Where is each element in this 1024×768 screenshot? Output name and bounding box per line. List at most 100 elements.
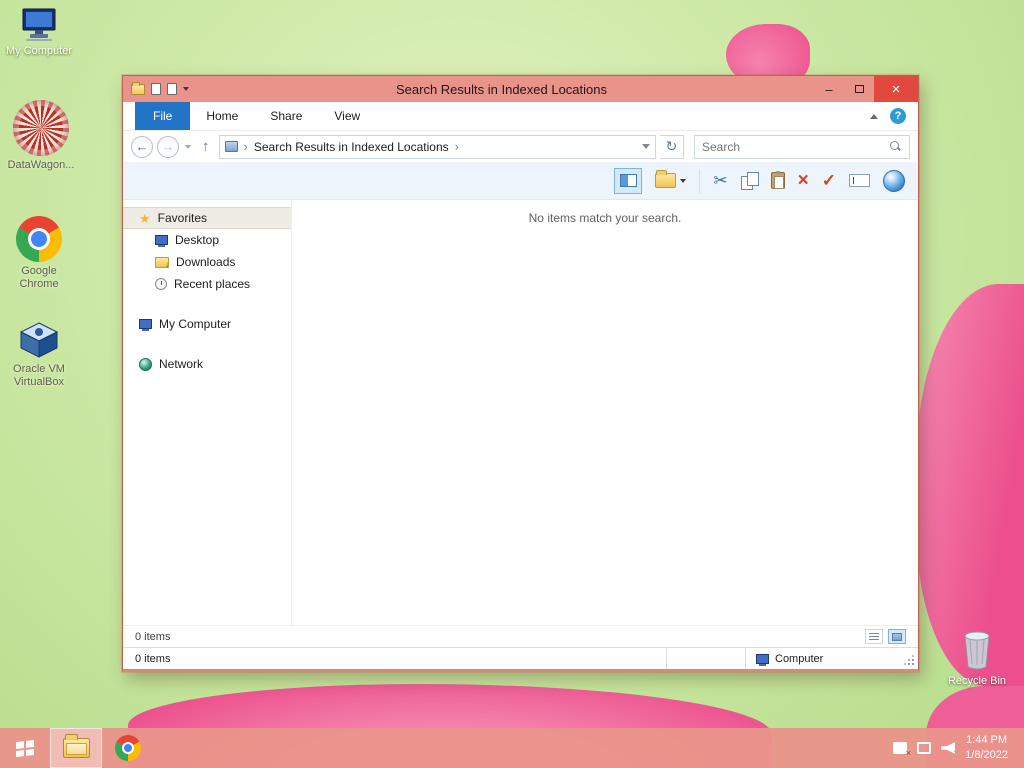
up-button[interactable]: ↑ [197, 138, 215, 155]
ribbon-tabs: File Home Share View ? [123, 102, 918, 131]
cut-button[interactable]: ✂ [713, 172, 727, 189]
sidebar-item-label: Downloads [176, 255, 236, 269]
minimize-button[interactable]: – [814, 76, 844, 102]
thumbnail-view-button[interactable] [888, 629, 906, 644]
muted-badge-icon: × [953, 748, 960, 758]
clock-date: 1/8/2022 [965, 749, 1008, 761]
back-button[interactable]: ← [131, 135, 153, 158]
titlebar[interactable]: Search Results in Indexed Locations – × [123, 76, 918, 102]
clock-time: 1:44 PM [966, 734, 1008, 747]
delete-button[interactable]: × [798, 171, 809, 190]
tab-home[interactable]: Home [190, 102, 254, 130]
quick-access-toolbar [123, 81, 189, 95]
details-view-icon [869, 632, 879, 641]
taskbar-clock[interactable]: 1:44 PM 1/8/2022 [965, 733, 1012, 763]
explorer-window: Search Results in Indexed Locations – × … [122, 75, 919, 672]
preview-pane-button[interactable] [614, 167, 643, 194]
chrome-icon [115, 735, 141, 761]
chevron-down-icon [680, 178, 687, 183]
desktop-icon-google-chrome[interactable]: Google Chrome [2, 216, 76, 290]
recent-locations-icon[interactable] [185, 144, 191, 149]
resize-grip[interactable] [901, 652, 915, 666]
search-icon[interactable] [889, 140, 902, 153]
search-input[interactable] [702, 139, 889, 154]
sidebar-item-recent-places[interactable]: Recent places [123, 273, 291, 295]
sidebar-item-label: Network [159, 357, 204, 371]
error-badge-icon: × [905, 748, 912, 758]
recent-places-icon [155, 278, 167, 290]
rename-button[interactable] [849, 174, 870, 187]
file-explorer-icon [62, 734, 90, 758]
desktop-icon-label: Oracle VM VirtualBox [13, 363, 65, 388]
new-folder-button[interactable] [655, 170, 687, 188]
command-toolbar: ✂ × ✓ [123, 162, 918, 200]
desktop-icon [155, 235, 168, 247]
desktop-icon-recycle-bin[interactable]: Recycle Bin [940, 626, 1014, 688]
my-computer-icon [2, 8, 76, 42]
sidebar-item-label: Recent places [174, 277, 251, 291]
desktop-icon-label: My Computer [5, 45, 73, 57]
network-globe-icon [139, 357, 152, 371]
sidebar-item-downloads[interactable]: Downloads [123, 251, 291, 273]
address-bar[interactable]: › Search Results in Indexed Locations › [218, 134, 656, 159]
window-title: Search Results in Indexed Locations [395, 81, 607, 97]
sidebar-item-label: Favorites [157, 211, 208, 225]
refresh-button[interactable]: ↻ [660, 134, 684, 159]
downloads-folder-icon [155, 256, 169, 269]
maximize-button[interactable] [844, 76, 874, 102]
taskbar-chrome-button[interactable] [102, 728, 154, 768]
tab-file[interactable]: File [135, 102, 191, 130]
desktop-icon-virtualbox[interactable]: Oracle VM VirtualBox [2, 320, 76, 388]
file-list-area[interactable]: No items match your search. [291, 200, 918, 625]
desktop-icon-my-computer[interactable]: My Computer [2, 8, 76, 58]
address-dropdown-icon[interactable] [642, 144, 650, 149]
breadcrumb[interactable]: Search Results in Indexed Locations [254, 140, 449, 154]
desktop-icon-label: Recycle Bin [947, 675, 1007, 687]
explorer-app-icon [131, 81, 145, 95]
input-indicator-icon[interactable]: × [893, 742, 911, 758]
tab-share[interactable]: Share [254, 102, 318, 130]
taskbar-file-explorer-button[interactable] [50, 728, 102, 768]
shell-globe-icon[interactable] [883, 169, 905, 192]
sidebar-item-desktop[interactable]: Desktop [123, 229, 291, 251]
search-box[interactable] [694, 134, 910, 159]
volume-icon[interactable]: × [941, 742, 956, 754]
desktop-icon-label: Google Chrome [19, 265, 59, 290]
breadcrumb-separator-icon[interactable]: › [453, 139, 461, 154]
sidebar-item-favorites[interactable]: ★ Favorites [123, 207, 291, 229]
location-indicator: Computer [746, 653, 901, 666]
start-button[interactable] [0, 728, 50, 768]
empty-search-message: No items match your search. [528, 211, 682, 225]
tab-view[interactable]: View [318, 102, 376, 130]
toolbar-divider [699, 168, 701, 193]
details-view-button[interactable] [865, 629, 883, 644]
sidebar-item-label: My Computer [159, 317, 232, 331]
computer-icon [756, 653, 769, 666]
qat-properties-icon[interactable] [151, 83, 161, 95]
help-icon[interactable]: ? [890, 108, 906, 124]
paste-button[interactable] [770, 171, 785, 189]
desktop-icon-datawagon[interactable]: DataWagon... [4, 100, 78, 172]
expand-ribbon-icon[interactable] [870, 113, 878, 119]
bottom-status-bar: 0 items Computer [123, 647, 918, 669]
qat-new-folder-icon[interactable] [167, 83, 177, 95]
view-toggles [865, 629, 906, 644]
forward-button[interactable]: → [157, 135, 179, 158]
sidebar-item-my-computer[interactable]: My Computer [123, 313, 291, 335]
datawagon-icon [4, 100, 78, 156]
navigation-bar: ← → ↑ › Search Results in Indexed Locati… [123, 131, 918, 162]
preview-pane-icon [619, 174, 637, 187]
thumbnail-view-icon [892, 632, 902, 641]
confirm-button[interactable]: ✓ [822, 172, 836, 189]
close-button[interactable]: × [874, 76, 918, 102]
item-count: 0 items [135, 652, 171, 665]
copy-button[interactable] [740, 172, 759, 190]
windows-logo-icon [16, 739, 34, 757]
system-tray: × × 1:44 PM 1/8/2022 [881, 728, 1024, 768]
network-icon[interactable] [917, 742, 932, 754]
navigation-pane: ★ Favorites Desktop Downloads Recent pla… [123, 200, 291, 625]
sidebar-item-network[interactable]: Network [123, 353, 291, 375]
taskbar: × × 1:44 PM 1/8/2022 [0, 728, 1024, 768]
breadcrumb-separator-icon[interactable]: › [242, 139, 250, 154]
